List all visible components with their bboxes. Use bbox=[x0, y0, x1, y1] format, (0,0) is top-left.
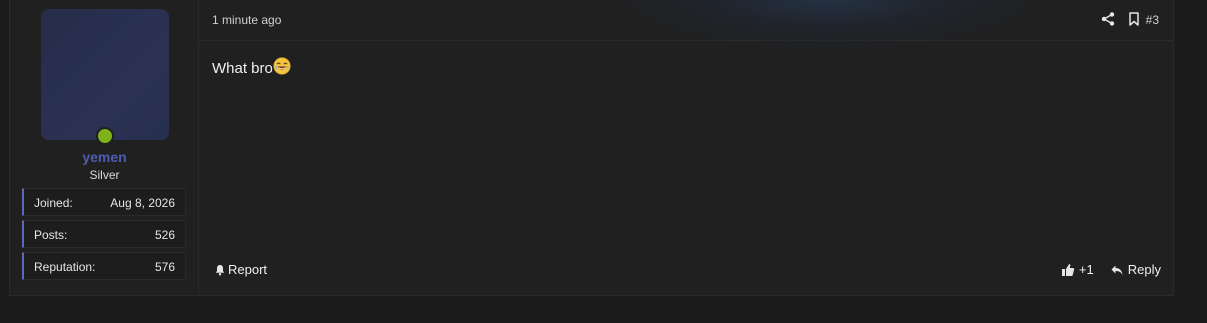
stat-label: Joined: bbox=[34, 196, 73, 210]
reply-label: Reply bbox=[1127, 262, 1161, 277]
user-info-panel: yemen Silver Joined: Aug 8, 2026 Posts: … bbox=[10, 0, 199, 295]
stat-posts: Posts: 526 bbox=[22, 220, 186, 248]
stat-label: Posts: bbox=[34, 228, 68, 242]
bookmark-icon[interactable] bbox=[1126, 11, 1142, 27]
stat-joined: Joined: Aug 8, 2026 bbox=[22, 188, 186, 216]
stat-value: 576 bbox=[154, 260, 175, 274]
avatar[interactable] bbox=[41, 9, 169, 140]
username-link[interactable]: yemen bbox=[10, 149, 199, 165]
post-actions: +1 Reply bbox=[1061, 262, 1161, 277]
reply-arrow-icon bbox=[1110, 263, 1124, 277]
post-header: 1 minute ago #3 bbox=[199, 0, 1174, 41]
post-main: 1 minute ago #3 What bro Report +1 Reply bbox=[199, 0, 1174, 295]
bell-icon bbox=[214, 264, 226, 276]
like-button[interactable]: +1 bbox=[1061, 262, 1094, 277]
reply-button[interactable]: Reply bbox=[1110, 262, 1161, 277]
share-icon[interactable] bbox=[1100, 11, 1116, 27]
stat-value: Aug 8, 2026 bbox=[110, 196, 175, 210]
online-status-indicator bbox=[96, 127, 114, 145]
like-count: +1 bbox=[1078, 262, 1094, 277]
message-text: What bro bbox=[212, 60, 273, 77]
stat-label: Reputation: bbox=[34, 260, 96, 274]
post-message: What bro bbox=[212, 57, 291, 77]
laughing-crying-emoji-icon bbox=[273, 57, 291, 75]
report-label: Report bbox=[228, 262, 268, 277]
user-title: Silver bbox=[89, 168, 120, 182]
post-number-link[interactable]: #3 bbox=[1146, 13, 1159, 27]
thumbs-up-icon bbox=[1061, 263, 1075, 277]
post-timestamp[interactable]: 1 minute ago bbox=[212, 13, 281, 27]
stat-reputation: Reputation: 576 bbox=[22, 252, 186, 280]
post-container: yemen Silver Joined: Aug 8, 2026 Posts: … bbox=[9, 0, 1174, 296]
report-button[interactable]: Report bbox=[214, 262, 267, 279]
stat-value: 526 bbox=[154, 228, 175, 242]
